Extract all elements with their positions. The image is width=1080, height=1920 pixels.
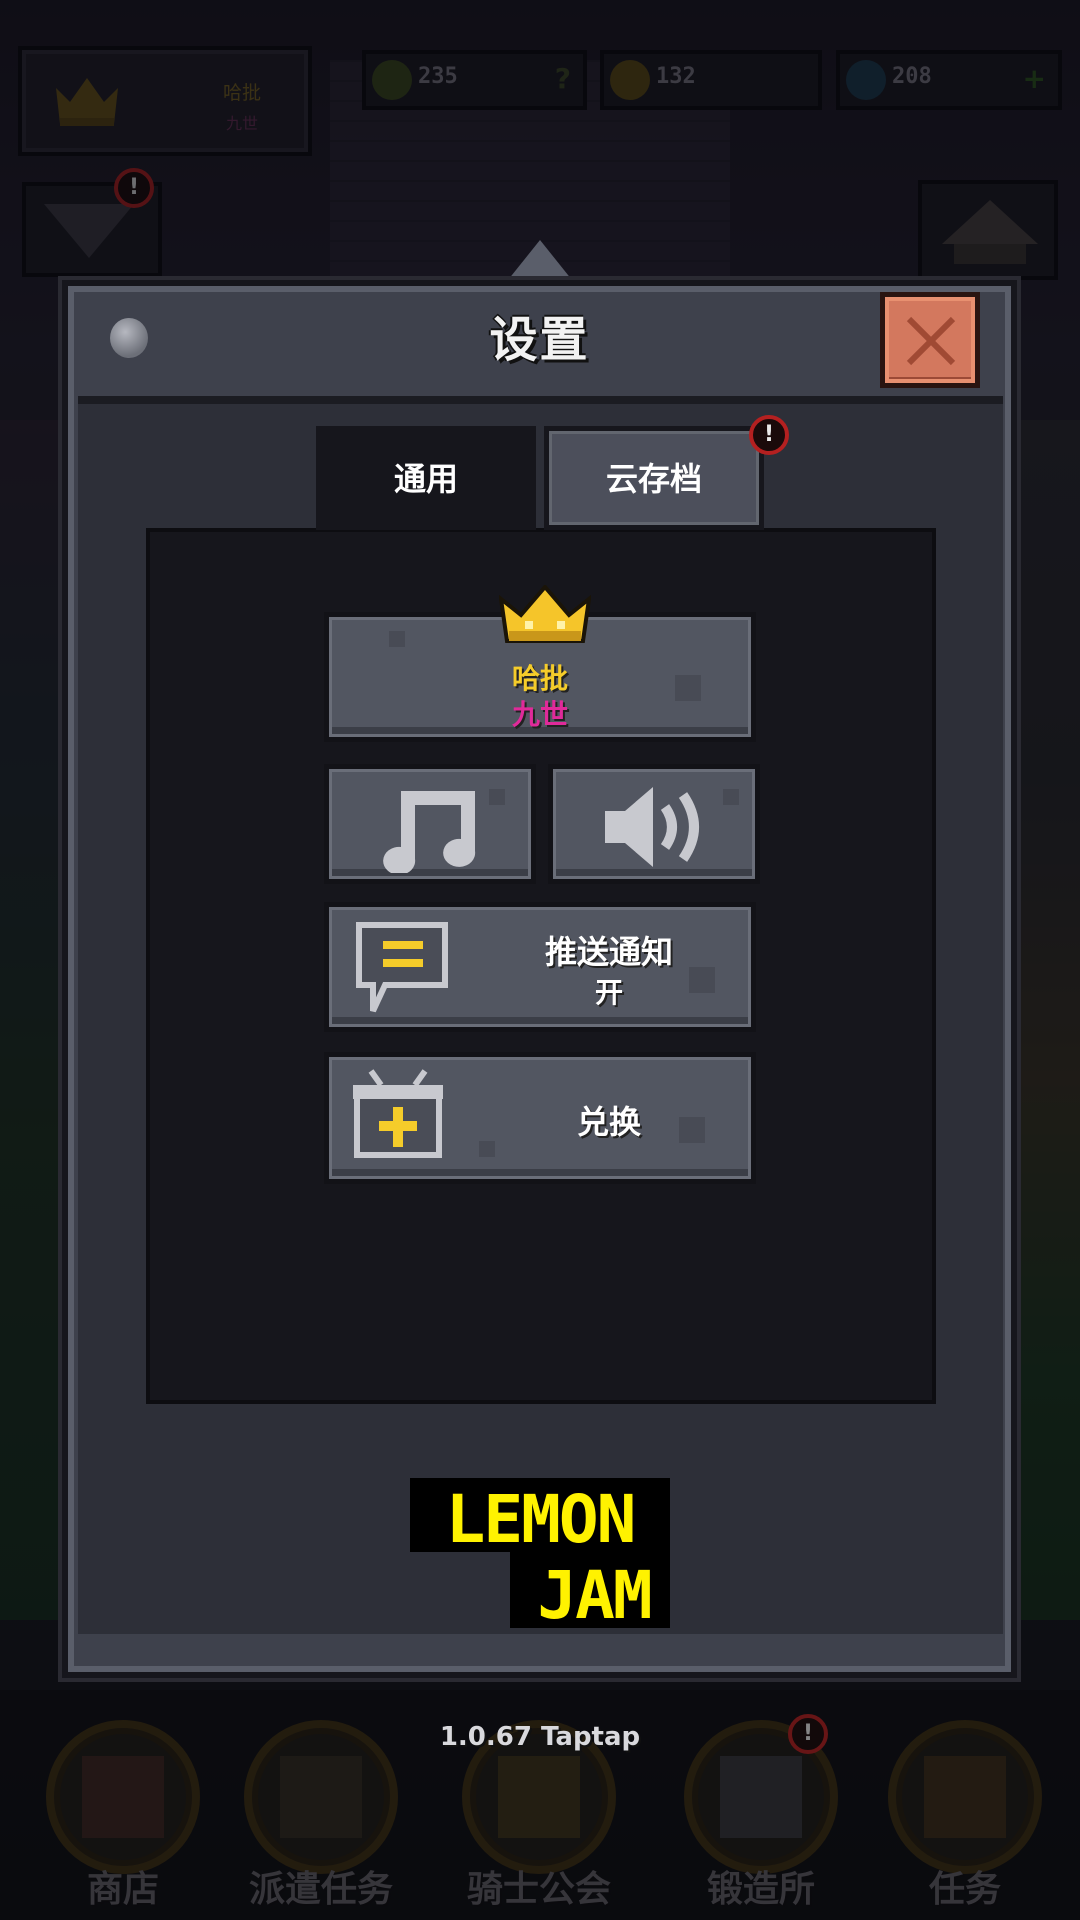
redeem-button[interactable]: 兑换 xyxy=(324,1052,756,1184)
sound-toggle[interactable] xyxy=(548,764,760,884)
dialog-title: 设置 xyxy=(489,312,590,368)
music-toggle[interactable] xyxy=(324,764,536,884)
profile-button[interactable]: 哈批 九世 xyxy=(324,585,756,742)
profile-title: 九世 xyxy=(511,698,568,731)
push-notification-state: 开 xyxy=(594,976,623,1009)
push-notification-label: 推送通知 xyxy=(544,933,673,971)
cloud-save-alert: ! xyxy=(749,415,789,455)
gift-icon xyxy=(353,1069,443,1158)
chat-bubble-icon xyxy=(356,922,448,1013)
close-button[interactable] xyxy=(880,292,980,388)
profile-name: 哈批 xyxy=(511,662,568,695)
speaker-icon xyxy=(605,787,699,867)
music-note-icon xyxy=(383,791,476,873)
tab-general[interactable]: 通用 xyxy=(316,426,536,530)
close-icon xyxy=(906,316,956,366)
version-label: 1.0.67 Taptap xyxy=(439,1722,641,1752)
crown-icon xyxy=(499,585,591,643)
push-notification-button[interactable]: 推送通知 开 xyxy=(324,902,756,1032)
logo-line-1: LEMON xyxy=(446,1481,635,1558)
tab-cloud-save[interactable]: 云存档 ! xyxy=(544,415,789,530)
logo-line-2: JAM xyxy=(537,1557,650,1628)
header-divider xyxy=(78,396,1003,404)
tab-cloud-save-label: 云存档 xyxy=(605,460,702,498)
lemon-jam-logo: LEMON JAM xyxy=(410,1478,670,1628)
redeem-label: 兑换 xyxy=(576,1103,641,1141)
